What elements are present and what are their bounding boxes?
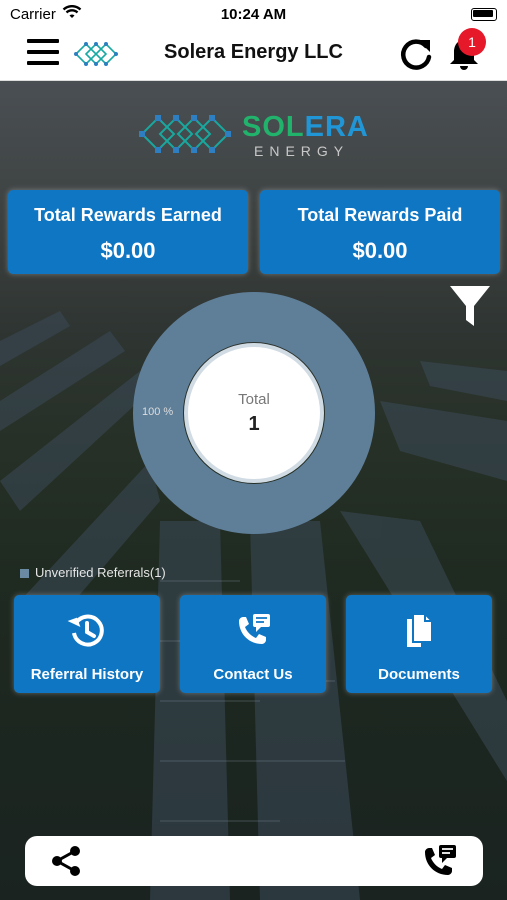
refresh-icon[interactable] [396,34,436,79]
total-rewards-paid-card: Total Rewards Paid $0.00 [260,190,500,274]
documents-icon [346,611,492,656]
solera-energy-logo: SOLERA ENERGY [138,101,368,172]
chart-legend: Unverified Referrals(1) [20,565,166,580]
logo-text-sol: SOL [242,111,305,143]
legend-swatch [20,569,29,579]
donut-center-value: 1 [248,413,259,435]
documents-button[interactable]: Documents [346,595,492,693]
referral-history-button[interactable]: Referral History [14,595,160,693]
button-label: Contact Us [213,666,293,683]
battery-icon [471,8,497,21]
top-navbar: Solera Energy LLC 1 [0,28,507,81]
button-label: Documents [378,666,460,683]
card-label: Total Rewards Paid [297,205,463,225]
donut-center-label: Total [238,391,270,408]
status-bar: Carrier 10:24 AM [0,0,507,28]
button-label: Referral History [30,666,144,683]
card-value: $0.00 [100,238,156,263]
logo-text-energy: ENERGY [254,143,350,159]
filter-icon[interactable] [448,284,492,335]
notification-badge: 1 [458,28,486,56]
phone-message-icon [180,611,326,656]
phone-message-icon[interactable] [419,842,459,887]
share-icon[interactable] [49,844,83,883]
slice-percentage-label: 100 % [142,406,174,418]
card-value: $0.00 [352,238,408,263]
card-label: Total Rewards Earned [34,205,222,225]
total-rewards-earned-card: Total Rewards Earned $0.00 [8,190,248,274]
contact-us-button[interactable]: Contact Us [180,595,326,693]
logo-text-era: ERA [304,111,369,143]
bottom-action-bar [25,836,483,886]
history-icon [14,611,160,656]
clock: 10:24 AM [220,6,287,23]
legend-label: Unverified Referrals(1) [35,565,166,580]
